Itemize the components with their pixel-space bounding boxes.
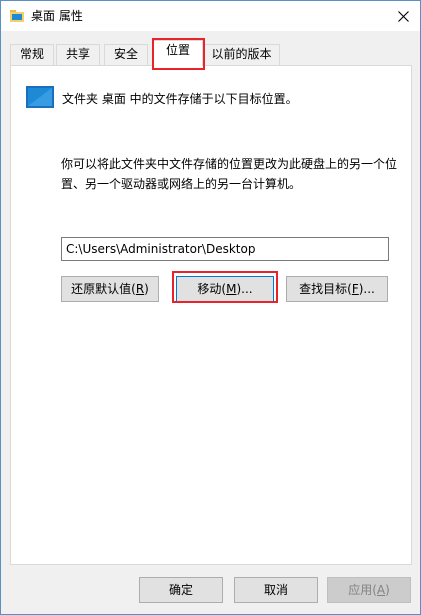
close-button[interactable] (386, 1, 420, 31)
window-title: 桌面 属性 (31, 9, 83, 23)
find-target-button[interactable]: 查找目标(F)... (286, 276, 388, 302)
cancel-button[interactable]: 取消 (234, 577, 318, 603)
desktop-folder-icon (26, 86, 54, 108)
location-description: 文件夹 桌面 中的文件存储于以下目标位置。 (62, 92, 298, 106)
title-bar: 桌面 属性 (1, 1, 420, 31)
tab-security[interactable]: 安全 (104, 44, 148, 65)
folder-icon (10, 10, 24, 22)
restore-default-button[interactable]: 还原默认值(R) (61, 276, 159, 302)
tab-sharing[interactable]: 共享 (56, 44, 100, 65)
ok-button[interactable]: 确定 (139, 577, 223, 603)
tab-location[interactable]: 位置 (153, 40, 203, 66)
tab-general[interactable]: 常规 (10, 44, 54, 65)
folder-path-input[interactable]: C:\Users\Administrator\Desktop (61, 237, 389, 261)
location-panel: 文件夹 桌面 中的文件存储于以下目标位置。 你可以将此文件夹中文件存储的位置更改… (10, 65, 412, 565)
dialog-footer: 确定 取消 应用(A) (1, 566, 420, 614)
location-info: 你可以将此文件夹中文件存储的位置更改为此硬盘上的另一个位置、另一个驱动器或网络上… (61, 157, 398, 191)
properties-dialog: 桌面 属性 常规 共享 安全 位置 以前的版本 文件夹 桌面 中的文件存储于以下… (0, 0, 421, 615)
close-icon (397, 10, 409, 22)
move-button[interactable]: 移动(M)... (176, 276, 274, 302)
apply-button[interactable]: 应用(A) (327, 577, 411, 603)
tab-previous-versions[interactable]: 以前的版本 (203, 44, 280, 65)
